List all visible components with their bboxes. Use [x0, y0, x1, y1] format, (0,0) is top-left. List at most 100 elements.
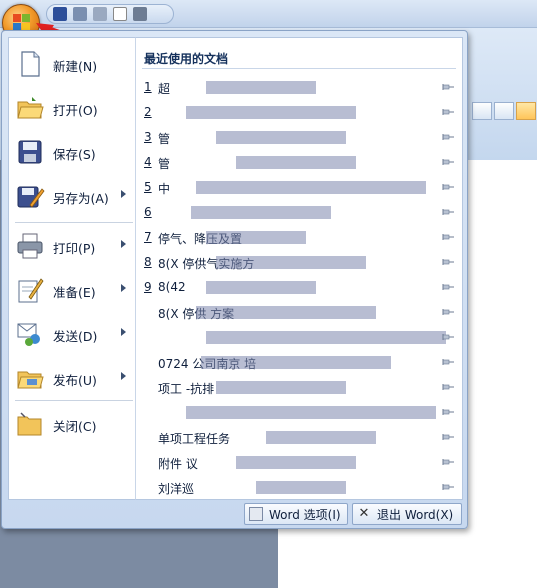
menu-item-print[interactable]: 打印(P) — [9, 226, 134, 266]
paragraph-tools — [470, 66, 537, 126]
recent-document-name: 管 — [158, 132, 171, 146]
menu-item-prepare[interactable]: 准备(E) — [9, 270, 134, 310]
pin-icon[interactable] — [442, 433, 454, 441]
pin-icon[interactable] — [442, 133, 454, 141]
menu-item-publish-label: 发布(U) — [53, 373, 97, 388]
recent-document-name: 单项工程任务 — [158, 432, 231, 446]
menu-item-close-label: 关闭(C) — [53, 419, 97, 434]
redacted-text — [206, 81, 316, 94]
menu-item-publish[interactable]: 发布(U) — [9, 358, 134, 398]
quick-print-icon[interactable] — [133, 7, 147, 21]
watermark-url: jingyan.baidu.com — [420, 565, 513, 576]
recent-document-item[interactable]: 1超 — [136, 76, 462, 100]
pin-icon[interactable] — [442, 83, 454, 91]
menu-item-send[interactable]: 发送(D) — [9, 314, 134, 354]
menu-item-save-as[interactable]: 另存为(A) — [9, 176, 134, 216]
recent-document-number: 5 — [144, 180, 152, 194]
recent-document-number: 9 — [144, 280, 152, 294]
menu-item-prepare-label: 准备(E) — [53, 285, 96, 300]
redacted-text — [196, 306, 376, 319]
menu-item-new-label: 新建(N) — [53, 59, 98, 74]
recent-document-item[interactable]: 刘洋巡 — [136, 476, 462, 500]
print-preview-icon[interactable] — [113, 7, 127, 21]
recent-document-item[interactable]: 6 — [136, 201, 462, 225]
recent-document-name: 项工 -抗排 — [158, 382, 215, 396]
exit-word-button[interactable]: ✕ 退出 Word(X) — [352, 503, 462, 525]
pin-icon[interactable] — [442, 158, 454, 166]
pin-icon[interactable] — [442, 233, 454, 241]
redacted-text — [216, 256, 366, 269]
pin-icon[interactable] — [442, 483, 454, 491]
menu-item-close[interactable]: 关闭(C) — [9, 404, 134, 444]
close-folder-icon — [17, 412, 42, 436]
pin-icon[interactable] — [442, 283, 454, 291]
redo-icon[interactable] — [93, 7, 107, 21]
submenu-arrow-icon — [121, 372, 126, 380]
menu-separator — [15, 400, 133, 401]
recent-documents-title: 最近使用的文档 — [144, 52, 229, 66]
menu-item-save-label: 保存(S) — [53, 147, 96, 162]
recent-document-number: 6 — [144, 205, 152, 219]
recent-document-name: 超 — [158, 82, 171, 96]
align-right-button[interactable] — [494, 102, 514, 120]
recent-document-name: 中 — [158, 182, 171, 196]
recent-document-item[interactable]: 2 — [136, 101, 462, 125]
align-center-button[interactable] — [472, 102, 492, 120]
menu-item-new[interactable]: 新建(N) — [9, 44, 134, 84]
menu-item-save-as-label: 另存为(A) — [53, 191, 109, 206]
undo-icon[interactable] — [73, 7, 87, 21]
redacted-text — [216, 131, 346, 144]
recent-document-item[interactable]: 4管 — [136, 151, 462, 175]
recent-document-item[interactable] — [136, 401, 462, 425]
recent-document-item[interactable]: 5中 — [136, 176, 462, 200]
pin-icon[interactable] — [442, 183, 454, 191]
recent-document-item[interactable] — [136, 326, 462, 350]
justify-button[interactable] — [516, 102, 536, 120]
watermark-text: Baidu 经验 — [385, 544, 486, 565]
save-as-icon — [17, 186, 45, 208]
pin-icon[interactable] — [442, 333, 454, 341]
redacted-text — [206, 231, 306, 244]
save-icon[interactable] — [53, 7, 67, 21]
submenu-arrow-icon — [121, 190, 126, 198]
pin-icon[interactable] — [442, 108, 454, 116]
recent-document-item[interactable]: 0724 公司南京 培 — [136, 351, 462, 375]
options-icon — [249, 507, 263, 521]
redacted-text — [236, 456, 356, 469]
recent-document-item[interactable]: 7 停气、降压及置 — [136, 226, 462, 250]
recent-document-item[interactable]: 项工 -抗排 — [136, 376, 462, 400]
recent-document-item[interactable]: 3管 — [136, 126, 462, 150]
pin-icon[interactable] — [442, 358, 454, 366]
word-options-button[interactable]: Word 选项(I) — [244, 503, 348, 525]
save-disk-icon — [18, 140, 42, 164]
recent-documents-panel: 最近使用的文档 1 超 2 3 管 4 管 5 中 6 7 停气、降压及置 8 8(X 停供气实施方 9 8(… — [135, 37, 463, 500]
pin-icon[interactable] — [442, 308, 454, 316]
pin-icon[interactable] — [442, 383, 454, 391]
recent-document-number: 7 — [144, 230, 152, 244]
pin-icon[interactable] — [442, 408, 454, 416]
recent-document-item[interactable]: 附件 议 — [136, 451, 462, 475]
recent-document-name: 8(42 — [158, 280, 186, 294]
pin-icon[interactable] — [442, 458, 454, 466]
recent-document-number: 3 — [144, 130, 152, 144]
recent-document-name: 附件 议 — [158, 457, 198, 471]
recent-document-item[interactable]: 8(X 停供 方案 — [136, 301, 462, 325]
exit-icon: ✕ — [358, 506, 370, 521]
redacted-text — [206, 281, 316, 294]
office-menu: 新建(N) 打开(O) 保存(S) 另存为(A) 打印(P) 准备(E) 发送(… — [1, 30, 468, 529]
open-folder-icon — [17, 97, 44, 119]
pin-icon[interactable] — [442, 208, 454, 216]
recent-document-item[interactable]: 9 8(42 — [136, 276, 462, 300]
recent-document-item[interactable]: 单项工程任务 — [136, 426, 462, 450]
submenu-arrow-icon — [121, 284, 126, 292]
recent-document-item[interactable]: 8 8(X 停供气实施方 — [136, 251, 462, 275]
menu-separator — [15, 222, 133, 223]
submenu-arrow-icon — [121, 240, 126, 248]
recent-document-number: 8 — [144, 255, 152, 269]
recent-document-name: 管 — [158, 157, 171, 171]
submenu-arrow-icon — [121, 328, 126, 336]
menu-item-open[interactable]: 打开(O) — [9, 88, 134, 128]
publish-folder-icon — [17, 371, 44, 389]
pin-icon[interactable] — [442, 258, 454, 266]
menu-item-save[interactable]: 保存(S) — [9, 132, 134, 172]
